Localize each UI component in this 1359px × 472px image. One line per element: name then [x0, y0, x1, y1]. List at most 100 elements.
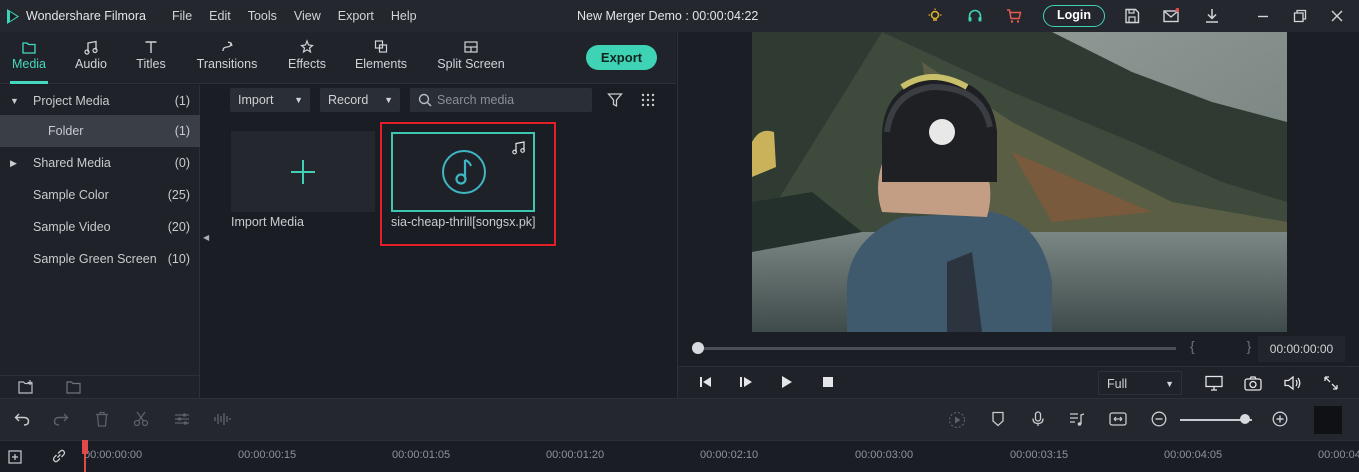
- restore-window-icon[interactable]: [1292, 8, 1308, 24]
- import-dropdown[interactable]: Import ▼: [230, 88, 310, 112]
- tree-item-label: Shared Media: [33, 156, 111, 170]
- menu-help[interactable]: Help: [391, 9, 417, 23]
- tree-item-label: Sample Video: [33, 220, 111, 234]
- next-frame-icon[interactable]: [739, 375, 753, 389]
- zoom-in-icon[interactable]: [1272, 411, 1288, 427]
- tab-transitions[interactable]: Transitions: [193, 32, 261, 84]
- tab-transitions-label: Transitions: [196, 57, 258, 71]
- import-media-card[interactable]: [231, 131, 375, 212]
- tree-item-sample-green-screen[interactable]: Sample Green Screen (10): [0, 243, 200, 275]
- new-folder-icon[interactable]: [18, 380, 34, 394]
- tree-item-project-media[interactable]: ▼ Project Media (1): [0, 85, 200, 117]
- tree-item-label: Sample Green Screen: [33, 252, 157, 266]
- tab-media[interactable]: Media: [4, 32, 54, 84]
- cut-scissors-icon[interactable]: [133, 411, 149, 427]
- microphone-icon[interactable]: [1030, 411, 1046, 427]
- filter-icon[interactable]: [607, 92, 623, 108]
- search-input[interactable]: Search media: [410, 88, 592, 112]
- title-bar: Wondershare Filmora File Edit Tools View…: [0, 0, 1359, 32]
- record-dropdown-label: Record: [328, 93, 369, 107]
- grid-view-icon[interactable]: [640, 92, 656, 108]
- redo-icon[interactable]: [53, 411, 69, 427]
- tab-elements[interactable]: Elements: [352, 32, 410, 84]
- scrubber-knob[interactable]: [692, 342, 704, 354]
- mail-notification-icon[interactable]: [1163, 8, 1179, 24]
- preview-quality-dropdown[interactable]: Full ▼: [1098, 371, 1182, 395]
- export-button[interactable]: Export: [586, 45, 657, 70]
- menu-edit[interactable]: Edit: [209, 9, 231, 23]
- stop-icon[interactable]: [821, 375, 835, 389]
- zoom-out-icon[interactable]: [1151, 411, 1167, 427]
- expand-down-icon[interactable]: ▼: [10, 85, 19, 117]
- record-dropdown[interactable]: Record ▼: [320, 88, 400, 112]
- play-icon[interactable]: [780, 375, 794, 389]
- auto-fit-icon[interactable]: [1109, 411, 1127, 427]
- audio-clip-thumbnail[interactable]: [391, 132, 535, 212]
- project-title: New Merger Demo : 00:00:04:22: [577, 9, 759, 23]
- tree-item-count: (0): [174, 156, 190, 170]
- folder-outline-icon[interactable]: [66, 380, 82, 394]
- import-dropdown-label: Import: [238, 93, 274, 107]
- menu-tools[interactable]: Tools: [248, 9, 277, 23]
- menu-view[interactable]: View: [294, 9, 321, 23]
- tree-item-folder[interactable]: Folder (1): [0, 115, 200, 147]
- save-icon[interactable]: [1124, 8, 1140, 24]
- display-monitor-icon[interactable]: [1205, 375, 1223, 391]
- ruler-tick-label: 00:00:03:15: [1010, 449, 1069, 461]
- collapse-panel-icon[interactable]: ◀: [203, 233, 209, 242]
- minimize-icon[interactable]: [1255, 8, 1271, 24]
- ruler-tick-label: 00:00:01:20: [546, 449, 605, 461]
- previous-frame-icon[interactable]: [699, 375, 713, 389]
- tree-item-sample-color[interactable]: Sample Color (25): [0, 179, 200, 211]
- close-icon[interactable]: [1329, 8, 1345, 24]
- audio-waveform-icon[interactable]: [213, 411, 231, 427]
- playhead-line[interactable]: [84, 452, 86, 472]
- tab-titles[interactable]: Titles: [127, 32, 175, 84]
- playback-controls: Full ▼: [678, 366, 1359, 398]
- headset-support-icon[interactable]: [967, 8, 983, 24]
- split-screen-icon: [464, 41, 478, 53]
- tree-item-label: Sample Color: [33, 188, 109, 202]
- audio-clip-label: sia-cheap-thrill[songsx.pk]: [391, 215, 536, 229]
- tree-item-count: (1): [174, 94, 190, 108]
- zoom-slider-knob[interactable]: [1240, 414, 1250, 424]
- download-icon[interactable]: [1204, 8, 1220, 24]
- tree-item-count: (1): [174, 124, 190, 138]
- snapshot-camera-icon[interactable]: [1244, 375, 1262, 391]
- tab-split-screen[interactable]: Split Screen: [435, 32, 507, 84]
- add-track-icon[interactable]: [8, 448, 24, 464]
- adjust-sliders-icon[interactable]: [174, 411, 190, 427]
- media-grid-area: Import ▼ Record ▼ Search media Import Me…: [215, 85, 676, 398]
- menu-export[interactable]: Export: [338, 9, 374, 23]
- undo-icon[interactable]: [14, 411, 30, 427]
- expand-right-icon[interactable]: ▶: [10, 147, 17, 179]
- login-button[interactable]: Login: [1043, 5, 1105, 27]
- tree-item-label: Folder: [48, 124, 84, 138]
- menu-file[interactable]: File: [172, 9, 192, 23]
- fullscreen-icon[interactable]: [1323, 375, 1339, 391]
- timeline-toolbar: [0, 398, 1359, 440]
- tree-item-shared-media[interactable]: ▶ Shared Media (0): [0, 147, 200, 179]
- import-media-label: Import Media: [231, 215, 304, 229]
- ruler-tick-label: 00:00:00:15: [238, 449, 297, 461]
- delete-trash-icon[interactable]: [94, 411, 110, 427]
- tab-audio[interactable]: Audio: [66, 32, 116, 84]
- volume-icon[interactable]: [1284, 375, 1302, 391]
- voiceover-list-icon[interactable]: [1069, 411, 1085, 427]
- folder-icon: [22, 42, 36, 54]
- cart-icon[interactable]: [1006, 8, 1022, 24]
- preview-quality-label: Full: [1107, 377, 1128, 391]
- marker-shield-icon[interactable]: [990, 411, 1006, 427]
- render-preview-icon[interactable]: [948, 411, 966, 429]
- timeline-ruler[interactable]: 00:00:00:00 00:00:00:15 00:00:01:05 00:0…: [0, 440, 1359, 472]
- tree-item-sample-video[interactable]: Sample Video (20): [0, 211, 200, 243]
- tree-item-count: (25): [167, 188, 190, 202]
- menu-bar: File Edit Tools View Export Help: [172, 9, 434, 23]
- tab-effects[interactable]: Effects: [282, 32, 332, 84]
- lightbulb-icon[interactable]: [927, 8, 943, 24]
- link-chain-icon[interactable]: [51, 448, 67, 464]
- playback-scrubber[interactable]: [692, 342, 1176, 354]
- preview-panel: { } 00:00:00:00 Full ▼: [677, 32, 1359, 398]
- effects-icon: [300, 39, 314, 54]
- tab-elements-label: Elements: [354, 57, 408, 71]
